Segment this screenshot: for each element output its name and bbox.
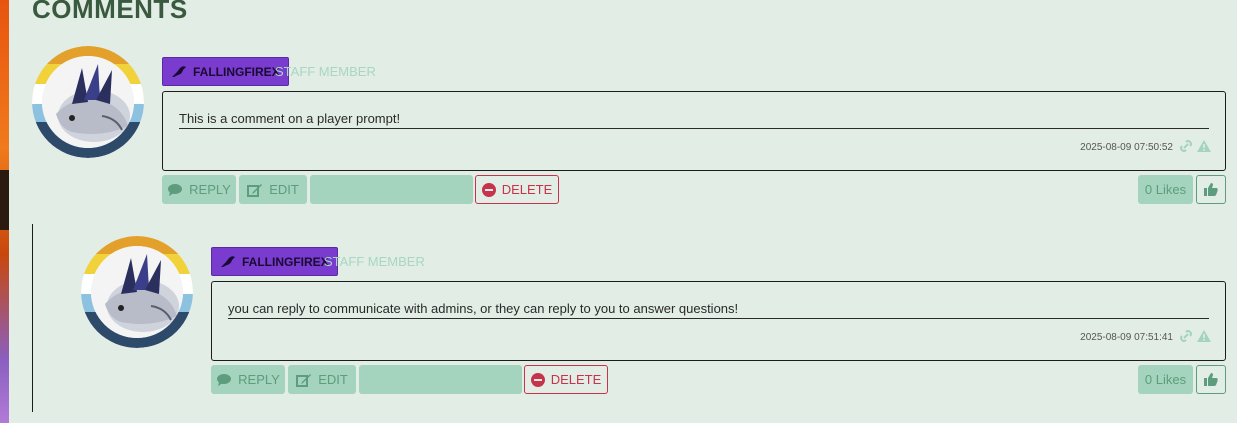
reply-label: REPLY <box>189 182 231 197</box>
minus-circle-icon <box>481 182 496 197</box>
delete-label: DELETE <box>501 182 553 197</box>
thumbs-up-icon <box>1204 373 1218 386</box>
thumbs-up-icon <box>1204 183 1218 196</box>
warning-icon[interactable] <box>1197 140 1211 152</box>
reply-button[interactable]: REPLY <box>211 365 285 394</box>
avatar[interactable] <box>81 236 193 348</box>
role-label: STAFF MEMBER <box>275 64 376 79</box>
edit-icon <box>296 373 312 387</box>
comment-text: you can reply to communicate with admins… <box>228 301 1209 319</box>
link-icon[interactable] <box>1179 140 1193 152</box>
reply-label: REPLY <box>238 372 280 387</box>
role-label: STAFF MEMBER <box>324 254 425 269</box>
delete-label: DELETE <box>550 372 602 387</box>
blank-action-button[interactable] <box>359 365 522 394</box>
likes-label: 0 Likes <box>1144 372 1187 387</box>
comment-timestamp: 2025-08-09 07:50:52 <box>1080 142 1173 153</box>
warning-icon[interactable] <box>1197 330 1211 342</box>
comment-icon <box>168 183 183 196</box>
reply-thread-line <box>32 224 33 412</box>
delete-button[interactable]: DELETE <box>475 175 559 204</box>
author-name: FALLINGFIREX <box>242 254 329 269</box>
edit-button[interactable]: EDIT <box>288 365 356 394</box>
edit-label: EDIT <box>318 372 348 387</box>
comment-text: This is a comment on a player prompt! <box>179 111 1209 129</box>
blank-action-button[interactable] <box>310 175 473 204</box>
background-edge <box>0 0 9 423</box>
author-badge[interactable]: FALLINGFIREX <box>162 57 289 86</box>
comment-icon <box>217 373 232 386</box>
edit-icon <box>247 183 263 197</box>
section-title: COMMENTS <box>32 0 188 24</box>
edit-label: EDIT <box>269 182 299 197</box>
reply-button[interactable]: REPLY <box>162 175 236 204</box>
avatar[interactable] <box>32 46 144 158</box>
edit-button[interactable]: EDIT <box>239 175 307 204</box>
author-name: FALLINGFIREX <box>193 64 280 79</box>
bird-icon <box>221 255 235 267</box>
like-button[interactable] <box>1196 175 1226 204</box>
likes-label: 0 Likes <box>1144 182 1187 197</box>
likes-count: 0 Likes <box>1138 175 1193 204</box>
comment-body: This is a comment on a player prompt! 20… <box>162 91 1226 171</box>
like-button[interactable] <box>1196 365 1226 394</box>
author-badge[interactable]: FALLINGFIREX <box>211 247 338 276</box>
delete-button[interactable]: DELETE <box>524 365 608 394</box>
bird-icon <box>172 65 186 77</box>
likes-count: 0 Likes <box>1138 365 1193 394</box>
comment-timestamp: 2025-08-09 07:51:41 <box>1080 332 1173 343</box>
minus-circle-icon <box>530 372 545 387</box>
comment-body: you can reply to communicate with admins… <box>211 281 1226 361</box>
link-icon[interactable] <box>1179 330 1193 342</box>
